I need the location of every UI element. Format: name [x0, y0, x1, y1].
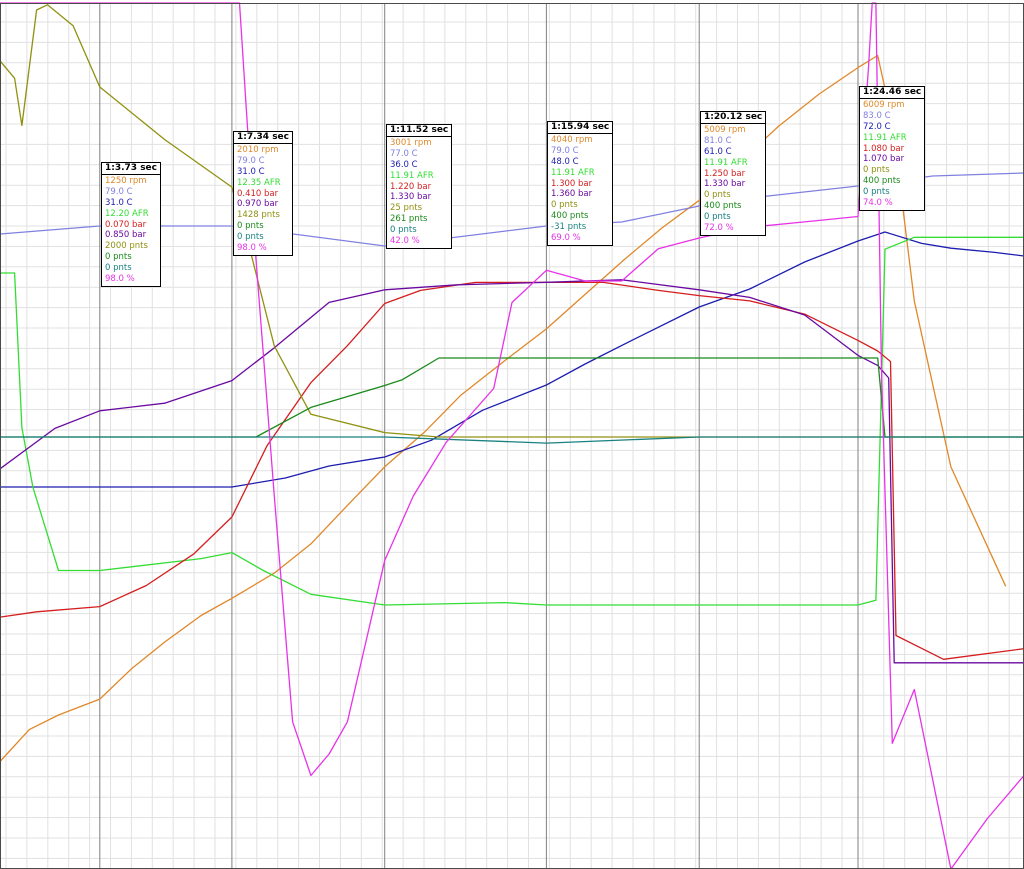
cursor-value-pct: 74.0 %	[863, 198, 893, 209]
cursor-value-c: 79.0 C	[105, 186, 133, 197]
cursor-value-pnts: 400 pnts	[704, 201, 742, 212]
cursor-readout-box: 1:20.12 sec 5009 rpm 81.0 C 61.0 C 11.91 AFR…	[700, 111, 767, 236]
cursor-value-afr: 11.91 AFR	[551, 167, 595, 178]
cursor-value-bar: 1.080 bar	[863, 143, 905, 154]
cursor-value-rpm: 1250 rpm	[105, 175, 147, 186]
cursor-value-c: 77.0 C	[390, 148, 418, 159]
cursor-value-afr: 12.35 AFR	[237, 177, 281, 188]
cursor-time-label: 1:11.52 sec	[387, 125, 452, 137]
cursor-value-c: 48.0 C	[551, 156, 579, 167]
cursor-value-rpm: 3001 rpm	[390, 137, 432, 148]
cursor-value-pnts: 0 pnts	[105, 252, 132, 263]
cursor-value-pct: 98.0 %	[105, 274, 135, 285]
cursor-value-bar: 1.220 bar	[390, 181, 432, 192]
cursor-value-rpm: 5009 rpm	[704, 124, 746, 135]
cursor-time-label: 1:24.46 sec	[860, 87, 925, 99]
cursor-time-label: 1:7.34 sec	[234, 132, 292, 144]
cursor-value-pnts: 0 pnts	[237, 221, 264, 232]
cursor-value-afr: 11.91 AFR	[390, 170, 434, 181]
cursor-value-pnts: 1428 pnts	[237, 210, 280, 221]
cursor-value-pnts: 400 pnts	[863, 176, 901, 187]
cursor-value-pnts: 0 pnts	[863, 187, 890, 198]
cursor-value-pct: 69.0 %	[551, 233, 581, 244]
cursor-value-pnts: 0 pnts	[105, 263, 132, 274]
cursor-value-bar: 0.850 bar	[105, 230, 147, 241]
cursor-value-pnts: 261 pnts	[390, 214, 428, 225]
cursor-value-pnts: 25 pnts	[390, 203, 423, 214]
cursor-value-pnts: -31 pnts	[551, 222, 587, 233]
cursor-value-pnts: 2000 pnts	[105, 241, 148, 252]
cursor-value-pnts: 0 pnts	[237, 232, 264, 243]
cursor-value-pnts: 0 pnts	[863, 165, 890, 176]
cursor-time-label: 1:3.73 sec	[102, 163, 160, 175]
cursor-value-bar: 1.360 bar	[551, 189, 593, 200]
cursor-value-bar: 1.070 bar	[863, 154, 905, 165]
cursor-value-afr: 12.20 AFR	[105, 208, 149, 219]
cursor-readout-box: 1:3.73 sec 1250 rpm 79.0 C 31.0 C 12.20 AFR 0…	[101, 162, 161, 287]
cursor-value-rpm: 6009 rpm	[863, 99, 905, 110]
cursor-value-rpm: 2010 rpm	[237, 144, 279, 155]
cursor-value-bar: 1.330 bar	[390, 192, 432, 203]
cursor-value-c: 36.0 C	[390, 159, 418, 170]
cursor-value-pnts: 400 pnts	[551, 211, 589, 222]
cursor-value-c: 72.0 C	[863, 121, 891, 132]
cursor-readout-box: 1:11.52 sec 3001 rpm 77.0 C 36.0 C 11.91 AFR…	[386, 124, 453, 249]
cursor-readout-box: 1:24.46 sec 6009 rpm 83.0 C 72.0 C 11.91 AFR…	[859, 86, 926, 211]
cursor-value-c: 31.0 C	[105, 197, 133, 208]
cursor-value-bar: 0.970 bar	[237, 199, 279, 210]
cursor-value-bar: 1.250 bar	[704, 168, 746, 179]
cursor-value-pnts: 0 pnts	[704, 190, 731, 201]
cursor-value-rpm: 4040 rpm	[551, 134, 593, 145]
cursor-value-c: 79.0 C	[551, 145, 579, 156]
cursor-value-afr: 11.91 AFR	[704, 157, 748, 168]
cursor-value-pnts: 0 pnts	[390, 225, 417, 236]
cursor-value-c: 79.0 C	[237, 155, 265, 166]
cursor-value-pct: 42.0 %	[390, 236, 420, 247]
cursor-time-label: 1:15.94 sec	[548, 122, 613, 134]
cursor-value-bar: 1.300 bar	[551, 178, 593, 189]
cursor-value-bar: 0.410 bar	[237, 188, 279, 199]
cursor-time-label: 1:20.12 sec	[701, 112, 766, 124]
cursor-value-bar: 1.330 bar	[704, 179, 746, 190]
cursor-readout-box: 1:7.34 sec 2010 rpm 79.0 C 31.0 C 12.35 AFR 0…	[233, 131, 293, 256]
cursor-value-pct: 72.0 %	[704, 223, 734, 234]
cursor-value-pct: 98.0 %	[237, 243, 267, 254]
cursor-readout-box: 1:15.94 sec 4040 rpm 79.0 C 48.0 C 11.91 AFR…	[547, 121, 614, 246]
cursor-value-bar: 0.070 bar	[105, 219, 147, 230]
cursor-value-c: 83.0 C	[863, 110, 891, 121]
cursor-value-pnts: 0 pnts	[551, 200, 578, 211]
cursor-value-c: 61.0 C	[704, 146, 732, 157]
cursor-value-c: 31.0 C	[237, 166, 265, 177]
cursor-value-afr: 11.91 AFR	[863, 132, 907, 143]
cursor-value-c: 81.0 C	[704, 135, 732, 146]
cursor-value-pnts: 0 pnts	[704, 212, 731, 223]
